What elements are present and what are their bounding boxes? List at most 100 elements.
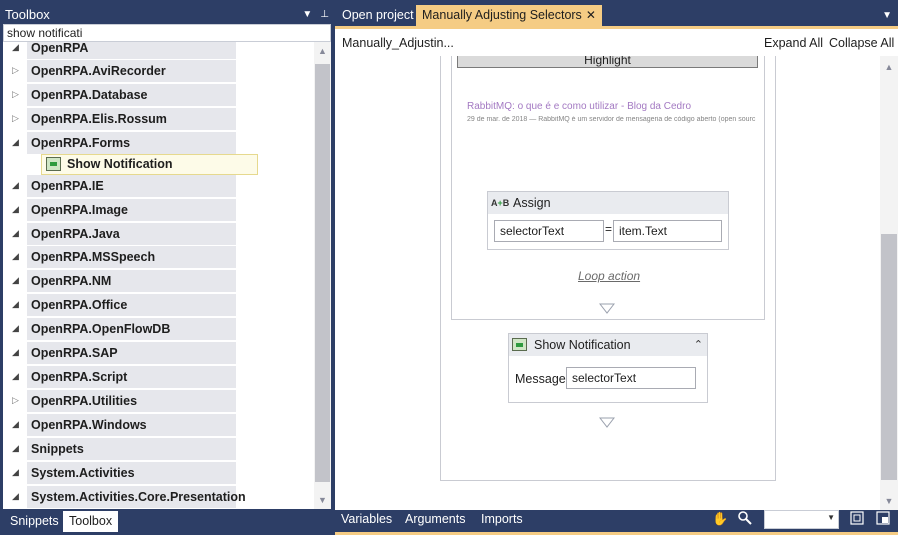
toolbox-scrollbar[interactable]: ▲ ▼ <box>314 42 331 509</box>
tree-category[interactable]: ◢ OpenRPA <box>3 42 313 59</box>
expanded-arrow-icon[interactable]: ◢ <box>12 299 22 310</box>
assign-title: Assign <box>513 196 551 210</box>
expanded-arrow-icon[interactable]: ◢ <box>12 467 22 478</box>
tree-category[interactable]: ◢ OpenRPA.OpenFlowDB <box>3 318 313 340</box>
scroll-up-icon[interactable]: ▲ <box>314 42 331 60</box>
tree-category[interactable]: ◢ OpenRPA.Windows <box>3 414 313 436</box>
loop-action-link[interactable]: Loop action <box>578 269 640 283</box>
pin-icon[interactable]: ⊥ <box>320 5 329 24</box>
expanded-arrow-icon[interactable]: ◢ <box>12 42 22 53</box>
tree-category[interactable]: ▷ OpenRPA.Utilities <box>3 390 313 412</box>
arguments-button[interactable]: Arguments <box>405 510 465 529</box>
expanded-arrow-icon[interactable]: ◢ <box>12 491 22 502</box>
expanded-arrow-icon[interactable]: ◢ <box>12 275 22 286</box>
tab-snippets[interactable]: Snippets <box>4 511 65 532</box>
fit-to-screen-icon[interactable] <box>849 511 865 527</box>
tree-category-label: OpenRPA.Image <box>27 199 236 221</box>
show-notification-activity[interactable]: Show Notification ⌃ Message selectorText <box>508 333 708 403</box>
expanded-arrow-icon[interactable]: ◢ <box>12 443 22 454</box>
tree-category-label: OpenRPA.Database <box>27 84 236 106</box>
tree-category[interactable]: ◢ OpenRPA.Image <box>3 199 313 221</box>
tree-category[interactable]: ◢ OpenRPA.NM <box>3 270 313 292</box>
expanded-arrow-icon[interactable]: ◢ <box>12 323 22 334</box>
expanded-arrow-icon[interactable]: ◢ <box>12 180 22 191</box>
preview-snippet: 29 de mar. de 2018 — RabbitMQ é um servi… <box>467 116 756 123</box>
expanded-arrow-icon[interactable]: ◢ <box>12 137 22 148</box>
tree-category-label: OpenRPA.AviRecorder <box>27 60 236 82</box>
document-tabs: Open project Manually Adjusting Selector… <box>335 5 898 26</box>
scroll-up-icon[interactable]: ▲ <box>880 58 898 76</box>
overview-icon[interactable] <box>875 511 891 527</box>
zoom-select[interactable]: ▼ <box>764 510 839 529</box>
equals-sign: = <box>605 222 613 236</box>
tab-manually-adjusting-selectors[interactable]: Manually Adjusting Selectors ✕ <box>416 5 602 26</box>
tree-category[interactable]: ◢ OpenRPA.MSSpeech <box>3 246 313 268</box>
tree-category[interactable]: ◢ OpenRPA.Java <box>3 223 313 245</box>
tree-category-label: OpenRPA.Script <box>27 366 236 388</box>
expanded-arrow-icon[interactable]: ◢ <box>12 347 22 358</box>
tree-category[interactable]: ◢ System.Activities.Core.Presentation <box>3 486 313 508</box>
tree-category-label: OpenRPA.Java <box>27 223 236 245</box>
scroll-down-icon[interactable]: ▼ <box>314 491 331 509</box>
variables-button[interactable]: Variables <box>341 510 392 529</box>
magnifier-icon[interactable] <box>737 511 753 527</box>
tab-label: Open project <box>342 8 414 22</box>
collapsed-arrow-icon[interactable]: ▷ <box>12 65 22 76</box>
tree-category[interactable]: ◢ OpenRPA.Forms <box>3 132 313 154</box>
collapsed-arrow-icon[interactable]: ▷ <box>12 89 22 100</box>
tree-category[interactable]: ◢ Snippets <box>3 438 313 460</box>
collapse-all-button[interactable]: Collapse All <box>829 36 894 50</box>
tree-category[interactable]: ◢ OpenRPA.SAP <box>3 342 313 364</box>
tab-toolbox[interactable]: Toolbox <box>63 511 119 532</box>
dropdown-icon[interactable]: ▼ <box>882 5 892 26</box>
tab-open-project[interactable]: Open project <box>336 5 420 26</box>
tree-item-show-notification[interactable]: Show Notification <box>41 154 258 175</box>
scroll-down-icon[interactable]: ▼ <box>880 492 898 510</box>
expanded-arrow-icon[interactable]: ◢ <box>12 228 22 239</box>
toolbox-search-input[interactable]: show notificati <box>3 24 331 42</box>
tree-category-label: Snippets <box>27 438 236 460</box>
scroll-thumb[interactable] <box>881 234 897 480</box>
message-label: Message <box>515 372 566 386</box>
dropdown-icon[interactable]: ▼ <box>302 5 312 24</box>
tree-category[interactable]: ▷ OpenRPA.AviRecorder <box>3 60 313 82</box>
tree-category-label: OpenRPA.MSSpeech <box>27 246 236 268</box>
assign-value-field[interactable]: item.Text <box>613 220 722 242</box>
expanded-arrow-icon[interactable]: ◢ <box>12 419 22 430</box>
assign-activity[interactable]: A+B Assign selectorText = item.Text <box>487 191 729 250</box>
assign-to-field[interactable]: selectorText <box>494 220 604 242</box>
imports-button[interactable]: Imports <box>481 510 523 529</box>
drop-target-icon[interactable] <box>598 417 616 431</box>
scroll-thumb[interactable] <box>315 64 330 482</box>
designer-toolbar: Manually_Adjustin... Expand All Collapse… <box>335 29 898 56</box>
breadcrumb[interactable]: Manually_Adjustin... <box>342 36 454 50</box>
tree-category-label: OpenRPA.Windows <box>27 414 236 436</box>
tree-category-label: OpenRPA.Forms <box>27 132 236 154</box>
designer-scrollbar[interactable]: ▲ ▼ <box>880 56 898 510</box>
collapsed-arrow-icon[interactable]: ▷ <box>12 113 22 124</box>
expanded-arrow-icon[interactable]: ◢ <box>12 371 22 382</box>
tree-category[interactable]: ▷ OpenRPA.Database <box>3 84 313 106</box>
expanded-arrow-icon[interactable]: ◢ <box>12 251 22 262</box>
expand-all-button[interactable]: Expand All <box>764 36 823 50</box>
hand-pan-icon[interactable]: ✋ <box>712 511 728 527</box>
tree-category[interactable]: ◢ OpenRPA.Script <box>3 366 313 388</box>
show-notification-icon <box>46 157 61 171</box>
collapse-icon[interactable]: ⌃ <box>694 334 703 356</box>
tree-category[interactable]: ◢ System.Activities <box>3 462 313 484</box>
collapsed-arrow-icon[interactable]: ▷ <box>12 395 22 406</box>
message-field[interactable]: selectorText <box>566 367 696 389</box>
drop-target-icon[interactable] <box>598 303 616 317</box>
show-notification-icon <box>512 338 527 351</box>
designer-canvas[interactable]: Highlight RabbitMQ: o que é e como utili… <box>335 56 880 510</box>
tree-category[interactable]: ▷ OpenRPA.Elis.Rossum <box>3 108 313 130</box>
tree-category[interactable]: ◢ OpenRPA.IE <box>3 175 313 197</box>
expanded-arrow-icon[interactable]: ◢ <box>12 204 22 215</box>
highlight-button[interactable]: Highlight <box>457 56 758 68</box>
tree-category[interactable]: ◢ OpenRPA.Office <box>3 294 313 316</box>
tab-label: Manually Adjusting Selectors <box>422 8 582 22</box>
tree-category-label: OpenRPA.Elis.Rossum <box>27 108 236 130</box>
close-icon[interactable]: ✕ <box>586 8 596 22</box>
show-notification-header: Show Notification ⌃ <box>509 334 707 356</box>
assign-icon: A+B <box>491 198 510 208</box>
